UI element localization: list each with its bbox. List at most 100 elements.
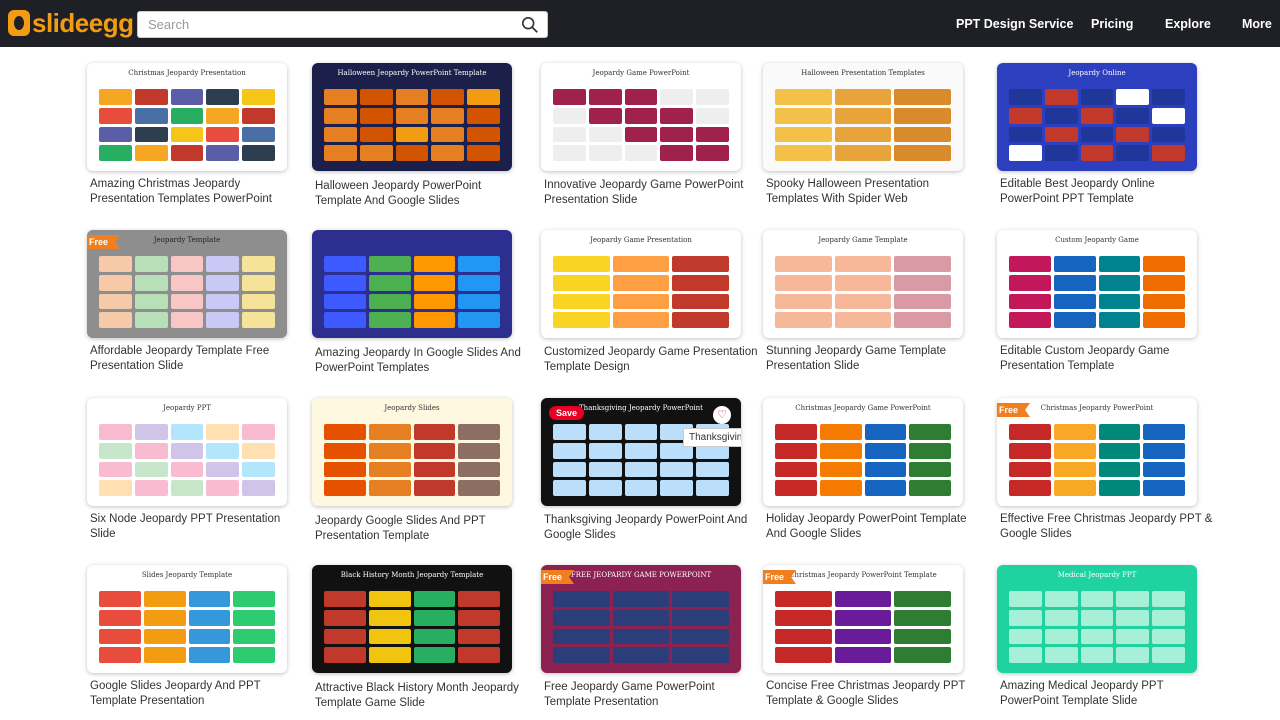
template-thumbnail[interactable]: FREE JEOPARDY GAME POWERPOINT Free bbox=[541, 565, 741, 673]
nav-more[interactable]: More bbox=[1242, 0, 1272, 47]
thumbnail-cell bbox=[458, 256, 500, 272]
thumbnail-cell bbox=[413, 256, 456, 272]
search-icon[interactable] bbox=[521, 16, 539, 34]
template-thumbnail[interactable]: Black History Month Jeopardy Template bbox=[312, 565, 512, 673]
template-caption-link[interactable]: Free Jeopardy Game PowerPoint Template P… bbox=[544, 680, 759, 710]
thumbnail-cell bbox=[99, 442, 132, 459]
template-caption-link[interactable]: Halloween Jeopardy PowerPoint Template A… bbox=[315, 179, 530, 209]
thumbnail-cell bbox=[134, 145, 168, 161]
thumbnail-cell bbox=[324, 591, 366, 607]
thumbnail-cell bbox=[368, 591, 411, 607]
thumbnail-cell bbox=[553, 480, 586, 496]
template-caption-link[interactable]: Google Slides Jeopardy And PPT Template … bbox=[90, 679, 305, 709]
template-thumbnail[interactable]: Thanksgiving Jeopardy PowerPoint Save ♡ Tha… bbox=[541, 398, 741, 506]
nav-ppt-design-service[interactable]: PPT Design Service bbox=[956, 0, 1073, 47]
template-caption-link[interactable]: Amazing Christmas Jeopardy Presentation … bbox=[90, 177, 305, 207]
thumbnail-cell bbox=[775, 461, 817, 478]
thumbnail-cell bbox=[99, 107, 132, 124]
template-thumbnail[interactable]: Halloween Jeopardy PowerPoint Template bbox=[312, 63, 512, 171]
template-thumbnail[interactable]: Christmas Jeopardy PowerPoint Template Fr… bbox=[763, 565, 963, 673]
template-caption-link[interactable]: Attractive Black History Month Jeopardy … bbox=[315, 681, 530, 711]
thumbnail-cell bbox=[99, 591, 141, 607]
template-thumbnail[interactable]: Christmas Jeopardy Game PowerPoint bbox=[763, 398, 963, 506]
template-thumbnail[interactable]: Jeopardy Game PowerPoint bbox=[541, 63, 741, 171]
template-thumbnail[interactable]: Jeopardy PPT bbox=[87, 398, 287, 506]
template-caption-link[interactable]: Editable Best Jeopardy Online PowerPoint… bbox=[1000, 177, 1215, 207]
pinterest-save-button[interactable]: Save bbox=[549, 406, 585, 420]
template-caption-link[interactable]: Affordable Jeopardy Template Free Presen… bbox=[90, 344, 305, 374]
thumbnail-cell bbox=[242, 126, 275, 143]
thumbnail-cell bbox=[624, 145, 658, 161]
thumbnail-cell bbox=[909, 424, 951, 440]
thumbnail-cell bbox=[1044, 107, 1078, 124]
thumbnail-cell bbox=[612, 274, 670, 291]
thumbnail-cell bbox=[775, 480, 817, 496]
thumbnail-cell bbox=[413, 628, 456, 645]
template-thumbnail[interactable]: Custom Jeopardy Game bbox=[997, 230, 1197, 338]
thumbnail-cell bbox=[1009, 424, 1051, 440]
template-caption-link[interactable]: Holiday Jeopardy PowerPoint Template And… bbox=[766, 512, 981, 542]
site-logo[interactable]: slideegg bbox=[8, 8, 134, 38]
nav-explore[interactable]: Explore bbox=[1165, 0, 1211, 47]
thumbnail-cell bbox=[553, 312, 610, 328]
thumbnail-cell bbox=[1009, 145, 1042, 161]
template-caption-link[interactable]: Thanksgiving Jeopardy PowerPoint And Goo… bbox=[544, 513, 759, 543]
thumbnail-cell bbox=[1098, 480, 1141, 496]
template-thumbnail[interactable]: Jeopardy Game Presentation bbox=[541, 230, 741, 338]
thumbnail-cell bbox=[242, 424, 275, 440]
thumbnail-cell bbox=[324, 145, 357, 161]
thumbnail-cell bbox=[1044, 145, 1078, 161]
template-thumbnail[interactable]: Medical Jeopardy PPT bbox=[997, 565, 1197, 673]
template-caption-link[interactable]: Customized Jeopardy Game Presentation Te… bbox=[544, 345, 759, 375]
template-caption-link[interactable]: Stunning Jeopardy Game Template Presenta… bbox=[766, 344, 981, 374]
template-caption-link[interactable]: Spooky Halloween Presentation Templates … bbox=[766, 177, 981, 207]
thumbnail-cell bbox=[413, 293, 456, 310]
thumbnail-cell bbox=[775, 647, 832, 663]
template-caption-link[interactable]: Effective Free Christmas Jeopardy PPT & … bbox=[1000, 512, 1215, 542]
template-thumbnail[interactable]: Christmas Jeopardy PowerPoint Free bbox=[997, 398, 1197, 506]
thumbnail-cell bbox=[359, 107, 393, 124]
template-caption-link[interactable]: Amazing Medical Jeopardy PPT PowerPoint … bbox=[1000, 679, 1215, 709]
template-caption-link[interactable]: Innovative Jeopardy Game PowerPoint Pres… bbox=[544, 178, 759, 208]
thumbnail-cell bbox=[834, 647, 892, 663]
thumbnail-cell bbox=[834, 274, 892, 291]
heart-icon[interactable]: ♡ bbox=[713, 406, 731, 424]
thumbnail-cell bbox=[242, 107, 275, 124]
search-input[interactable] bbox=[138, 12, 508, 37]
template-thumbnail[interactable]: Halloween Presentation Templates bbox=[763, 63, 963, 171]
thumbnail-grid bbox=[324, 591, 500, 663]
template-caption-link[interactable]: Jeopardy Google Slides And PPT Presentat… bbox=[315, 514, 530, 544]
thumbnail-cell bbox=[1116, 89, 1150, 105]
template-thumbnail[interactable]: Slides Jeopardy Template bbox=[87, 565, 287, 673]
template-caption-link[interactable]: Six Node Jeopardy PPT Presentation Slide bbox=[90, 512, 305, 542]
thumbnail-cell bbox=[624, 126, 658, 143]
template-thumbnail[interactable]: Jeopardy Slides bbox=[312, 398, 512, 506]
template-thumbnail[interactable]: Christmas Jeopardy Presentation bbox=[87, 63, 287, 171]
nav-pricing[interactable]: Pricing bbox=[1091, 0, 1133, 47]
thumbnail-cell bbox=[206, 442, 240, 459]
thumbnail-cell bbox=[467, 126, 500, 143]
thumbnail-cell bbox=[413, 647, 456, 663]
thumbnail-cell bbox=[242, 145, 275, 161]
thumbnail-cell bbox=[134, 442, 168, 459]
thumbnail-cell bbox=[206, 89, 240, 105]
thumbnail-cell bbox=[1053, 424, 1096, 440]
thumbnail-cell bbox=[1152, 126, 1185, 143]
thumbnail-cell bbox=[188, 609, 231, 626]
thumbnail-cell bbox=[553, 107, 586, 124]
template-thumbnail[interactable]: Jeopardy Game Template bbox=[763, 230, 963, 338]
template-thumbnail[interactable] bbox=[312, 230, 512, 338]
template-thumbnail[interactable]: Jeopardy Template Free bbox=[87, 230, 287, 338]
thumbnail-cell bbox=[588, 442, 622, 459]
template-caption-link[interactable]: Amazing Jeopardy In Google Slides And Po… bbox=[315, 346, 530, 376]
thumbnail-cell bbox=[368, 274, 411, 291]
template-thumbnail[interactable]: Jeopardy Online bbox=[997, 63, 1197, 171]
template-caption-link[interactable]: Editable Custom Jeopardy Game Presentati… bbox=[1000, 344, 1215, 374]
template-caption-link[interactable]: Concise Free Christmas Jeopardy PPT Temp… bbox=[766, 679, 981, 709]
thumbnail-cell bbox=[1053, 312, 1096, 328]
thumbnail-cell bbox=[170, 293, 204, 310]
thumbnail-cell bbox=[99, 480, 132, 496]
thumbnail-cell bbox=[368, 256, 411, 272]
thumbnail-cell bbox=[368, 293, 411, 310]
thumbnail-cell bbox=[696, 480, 729, 496]
